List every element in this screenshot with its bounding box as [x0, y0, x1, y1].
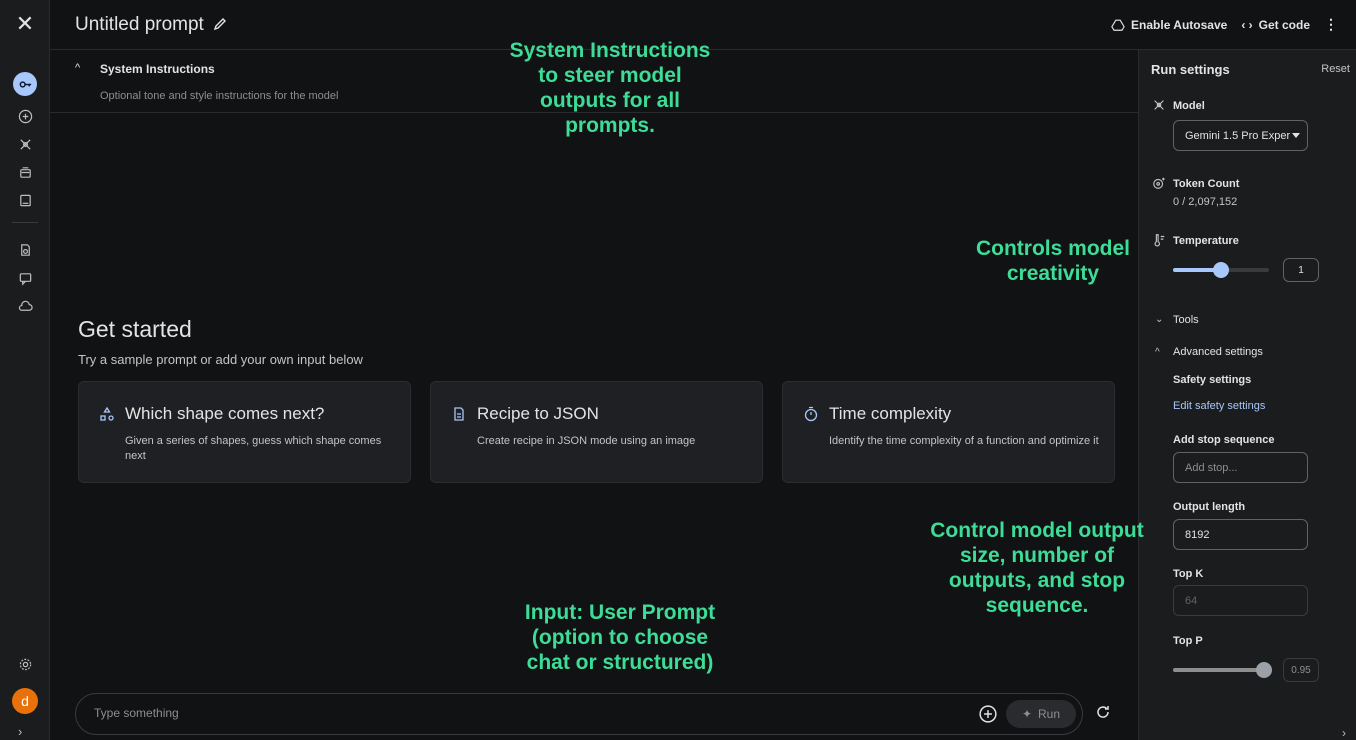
- top-p-label: Top P: [1173, 635, 1203, 647]
- drive-icon: [1111, 19, 1125, 31]
- top-p-slider-fill: [1173, 668, 1265, 672]
- stop-sequence-input[interactable]: Add stop...: [1173, 452, 1308, 483]
- system-instructions-title: System Instructions: [100, 62, 215, 76]
- get-code-button[interactable]: ‹ › Get code: [1241, 18, 1310, 32]
- card-title: Time complexity: [829, 404, 952, 423]
- top-p-input[interactable]: 0.95: [1283, 658, 1319, 682]
- chevron-up-icon[interactable]: ^: [1155, 347, 1160, 358]
- model-label: Model: [1173, 100, 1205, 112]
- model-value: Gemini 1.5 Pro Exper: [1185, 130, 1291, 142]
- rail-divider: [12, 222, 38, 223]
- token-count-value: 0 / 2,097,152: [1173, 196, 1238, 208]
- temperature-input[interactable]: 1: [1283, 258, 1319, 282]
- reset-button[interactable]: Reset: [1321, 63, 1350, 75]
- add-media-icon[interactable]: [979, 705, 997, 723]
- card-description: Identify the time complexity of a functi…: [829, 435, 1099, 447]
- card-title: Which shape comes next?: [125, 404, 325, 423]
- advanced-settings-toggle[interactable]: Advanced settings: [1173, 346, 1263, 358]
- tune-icon[interactable]: [13, 132, 37, 156]
- model-icon: [1152, 98, 1166, 112]
- sparkle-icon: ✦: [1021, 707, 1033, 721]
- stop-sequence-label: Add stop sequence: [1173, 434, 1275, 446]
- token-count-icon: [1152, 176, 1166, 190]
- sample-prompt-card-time-complexity[interactable]: Time complexity Identify the time comple…: [782, 381, 1115, 483]
- library-icon[interactable]: [13, 160, 37, 184]
- run-button[interactable]: ✦ Run: [1006, 700, 1076, 728]
- left-rail: ✕ d ›: [0, 0, 50, 740]
- shapes-icon: [99, 406, 115, 422]
- timer-icon: [803, 406, 819, 422]
- book-icon[interactable]: [13, 188, 37, 212]
- annotation-temperature: Controls model creativity: [975, 237, 1130, 285]
- card-title: Recipe to JSON: [477, 404, 599, 423]
- card-description: Create recipe in JSON mode using an imag…: [477, 435, 696, 447]
- more-menu-icon[interactable]: ⋮: [1324, 16, 1338, 33]
- annotation-input: Input: User Prompt (option to choose cha…: [524, 601, 716, 674]
- sample-prompt-card-recipe[interactable]: Recipe to JSON Create recipe in JSON mod…: [430, 381, 763, 483]
- chevron-down-icon[interactable]: ⌄: [1155, 314, 1163, 325]
- doc-search-icon[interactable]: [13, 238, 37, 262]
- output-length-input[interactable]: 8192: [1173, 519, 1308, 550]
- annotation-system-instructions: System Instructions to steer model outpu…: [509, 39, 711, 137]
- prompt-input[interactable]: [94, 706, 794, 720]
- key-icon[interactable]: [13, 72, 37, 96]
- temperature-slider[interactable]: [1173, 262, 1269, 278]
- enable-autosave-button[interactable]: Enable Autosave: [1111, 18, 1227, 32]
- caret-down-icon: [1292, 133, 1300, 138]
- settings-gear-icon[interactable]: [13, 652, 37, 676]
- avatar[interactable]: d: [12, 688, 38, 714]
- pencil-icon[interactable]: [212, 16, 228, 32]
- run-settings-title: Run settings: [1151, 62, 1230, 77]
- top-k-input[interactable]: 64: [1173, 585, 1308, 616]
- card-description: Given a series of shapes, guess which sh…: [125, 435, 382, 462]
- new-prompt-icon[interactable]: [13, 104, 37, 128]
- get-started-title: Get started: [78, 316, 192, 342]
- document-icon: [451, 406, 467, 422]
- chevron-up-icon[interactable]: ^: [75, 62, 80, 74]
- autosave-label: Enable Autosave: [1131, 17, 1228, 32]
- get-started-subtitle: Try a sample prompt or add your own inpu…: [78, 352, 363, 367]
- run-label: Run: [1038, 707, 1061, 721]
- run-settings-panel: Run settings Reset Model Gemini 1.5 Pro …: [1138, 50, 1356, 740]
- top-p-slider-handle[interactable]: [1256, 662, 1273, 678]
- sample-prompt-card-shapes[interactable]: Which shape comes next? Given a series o…: [78, 381, 411, 483]
- chat-icon[interactable]: [13, 266, 37, 290]
- expand-chevron-icon[interactable]: ›: [18, 724, 22, 739]
- output-length-label: Output length: [1173, 501, 1246, 513]
- get-code-label: Get code: [1258, 17, 1310, 32]
- cloud-icon[interactable]: [13, 294, 37, 318]
- temperature-slider-handle[interactable]: [1213, 262, 1229, 278]
- page-title[interactable]: Untitled prompt: [75, 14, 204, 36]
- system-instructions-placeholder[interactable]: Optional tone and style instructions for…: [100, 90, 338, 102]
- top-p-slider[interactable]: [1173, 662, 1273, 678]
- temperature-label: Temperature: [1173, 235, 1239, 247]
- edit-safety-settings-link[interactable]: Edit safety settings: [1173, 400, 1265, 412]
- tools-toggle[interactable]: Tools: [1173, 314, 1199, 326]
- prompt-input-bar: ✦ Run: [75, 693, 1083, 735]
- ai-studio-logo-icon[interactable]: ✕: [13, 12, 37, 36]
- top-k-label: Top K: [1173, 568, 1204, 580]
- code-brackets-icon: ‹ ›: [1241, 17, 1253, 32]
- model-select[interactable]: Gemini 1.5 Pro Exper: [1173, 120, 1308, 151]
- annotation-output: Control model output size, number of out…: [930, 519, 1144, 617]
- collapse-panel-chevron-icon[interactable]: ›: [1342, 726, 1346, 740]
- safety-settings-label: Safety settings: [1173, 374, 1252, 386]
- refresh-icon[interactable]: [1095, 704, 1111, 720]
- token-count-label: Token Count: [1173, 178, 1240, 190]
